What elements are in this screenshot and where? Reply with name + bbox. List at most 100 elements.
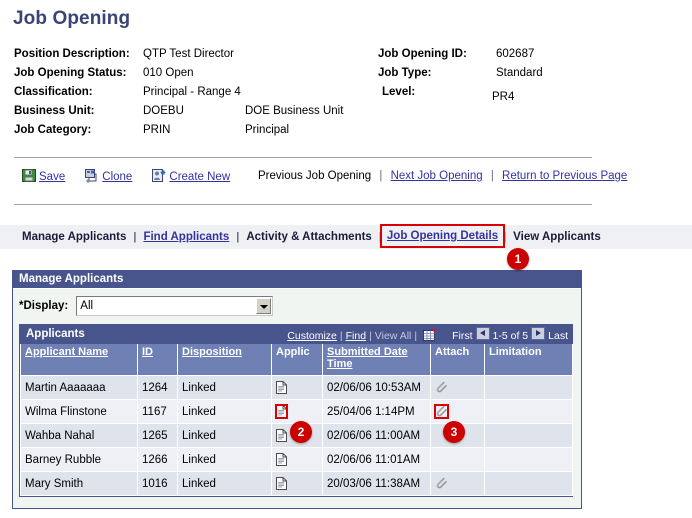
pager-first-label[interactable]: First (452, 330, 472, 342)
tab-label[interactable]: Find Applicants (143, 231, 229, 243)
cell-applic[interactable] (271, 399, 323, 424)
detail-value: Principal - Range 4 (143, 86, 241, 98)
cell-attach[interactable] (430, 375, 485, 400)
cell-disposition: Linked (177, 375, 272, 400)
detail-row: Job Category: PRIN Principal (14, 124, 364, 143)
details-right-column: Job Opening ID: 602687 Job Type: Standard Le… (378, 48, 678, 110)
cell-disposition: Linked (177, 447, 272, 472)
paperclip-icon[interactable] (435, 477, 448, 490)
cell-id: 1266 (137, 447, 178, 472)
clone-link[interactable]: Clone (102, 171, 132, 183)
detail-row: Business Unit: DOEBU DOE Business Unit (14, 105, 364, 124)
annotation-badge-3: 3 (443, 421, 465, 443)
table-header-row: Applicant Name ID Disposition Applic Submitt… (20, 344, 573, 376)
detail-row: Position Description: QTP Test Director (14, 48, 364, 67)
cell-attach[interactable] (430, 399, 485, 424)
detail-row: Job Opening ID: 602687 (378, 48, 678, 67)
create-new-button[interactable]: Create New (152, 168, 230, 186)
save-button[interactable]: Save (22, 168, 65, 186)
page-title: Job Opening (13, 8, 131, 29)
cell-applicant-name: Mary Smith (20, 471, 138, 496)
pager-last-label[interactable]: Last (548, 330, 568, 342)
detail-label: Job Opening ID: (378, 48, 467, 60)
tab-label: Activity & Attachments (246, 231, 372, 243)
cell-id: 1265 (137, 423, 178, 448)
return-to-previous-page-link[interactable]: Return to Previous Page (502, 170, 627, 182)
detail-row: Job Type: Standard (378, 67, 678, 86)
table-row: Wilma Flinstone 1167 Linked 25/04/06 1:14PM (20, 399, 573, 424)
paperclip-icon[interactable] (434, 403, 449, 419)
cell-applicant-name: Barney Rubble (20, 447, 138, 472)
cell-applicant-name: Wilma Flinstone (20, 399, 138, 424)
column-header-applicant-name[interactable]: Applicant Name (20, 344, 138, 376)
detail-value-secondary: Principal (245, 124, 290, 136)
column-header-applic: Applic (271, 344, 323, 376)
groupbox-title: Manage Applicants (13, 271, 581, 289)
save-link[interactable]: Save (39, 171, 65, 183)
record-navigation-links: Previous Job Opening | Next Job Opening … (258, 170, 627, 182)
tab-job-opening-details[interactable]: Job Opening Details (379, 224, 506, 248)
detail-value: PR4 (492, 91, 515, 103)
document-icon[interactable] (276, 476, 287, 490)
document-icon[interactable] (276, 380, 287, 394)
document-icon[interactable] (275, 403, 288, 419)
left-arrow-icon[interactable] (475, 327, 490, 340)
grid-sep-2: | (369, 330, 372, 342)
floppy-disk-icon (22, 169, 37, 183)
column-header-submitted-date-time[interactable]: Submitted Date Time (322, 344, 431, 376)
pager-range: 1-5 of 5 (492, 330, 529, 342)
document-icon[interactable] (276, 428, 287, 442)
grid-title: Applicants (26, 328, 85, 340)
cell-applic[interactable] (271, 447, 323, 472)
display-select[interactable]: All (76, 296, 274, 316)
tab-label: Manage Applicants (22, 231, 127, 243)
customize-link[interactable]: Customize (287, 330, 337, 342)
right-arrow-icon[interactable] (531, 327, 546, 340)
cell-applic[interactable] (271, 375, 323, 400)
detail-label: Job Type: (378, 67, 432, 79)
cell-id: 1167 (137, 399, 178, 424)
spreadsheet-icon[interactable] (423, 329, 436, 341)
detail-value: PRIN (143, 124, 171, 136)
tab-activity-attachments[interactable]: Activity & Attachments (239, 225, 378, 249)
cell-attach[interactable] (430, 471, 485, 496)
cell-submitted-date-time: 02/06/06 11:01AM (322, 447, 431, 472)
details-left-column: Position Description: QTP Test Director Jo… (14, 48, 364, 143)
tab-find-applicants[interactable]: Find Applicants (136, 225, 236, 249)
divider-bottom (14, 204, 592, 205)
manage-applicants-groupbox: Manage Applicants *Display: All Applican… (12, 270, 582, 509)
detail-value: 010 Open (143, 67, 194, 79)
annotation-badge-1: 1 (507, 248, 529, 270)
cell-disposition: Linked (177, 471, 272, 496)
cell-applicant-name: Martin Aaaaaaa (20, 375, 138, 400)
column-header-label[interactable]: Submitted Date Time (327, 346, 408, 370)
column-header-label[interactable]: Disposition (182, 346, 242, 358)
detail-label: Job Category: (14, 124, 92, 136)
grid-sep-3: | (414, 330, 418, 342)
create-new-link[interactable]: Create New (169, 171, 230, 183)
column-header-disposition[interactable]: Disposition (177, 344, 272, 376)
find-link[interactable]: Find (346, 330, 366, 342)
divider-top (14, 157, 592, 158)
detail-value: 602687 (496, 48, 535, 60)
document-icon[interactable] (276, 452, 287, 466)
chevron-down-icon[interactable] (256, 298, 272, 314)
column-header-id[interactable]: ID (137, 344, 178, 376)
column-header-label: Attach (435, 346, 470, 358)
tab-view-applicants[interactable]: View Applicants (506, 225, 608, 249)
column-header-label[interactable]: ID (142, 346, 153, 358)
view-all-link[interactable]: View All (375, 330, 412, 342)
column-header-limitation: Limitation (484, 344, 573, 376)
tab-label[interactable]: Job Opening Details (387, 230, 498, 242)
detail-value: QTP Test Director (143, 48, 234, 60)
detail-value: Standard (496, 67, 543, 79)
next-job-opening-link[interactable]: Next Job Opening (391, 170, 483, 182)
column-header-label[interactable]: Applicant Name (25, 346, 108, 358)
clone-button[interactable]: Clone (85, 168, 132, 186)
cell-limitation (484, 423, 573, 448)
cell-applic[interactable] (271, 471, 323, 496)
paperclip-icon[interactable] (435, 381, 448, 394)
annotation-badge-2: 2 (290, 421, 312, 443)
tab-manage-applicants[interactable]: Manage Applicants (0, 225, 133, 249)
cell-disposition: Linked (177, 423, 272, 448)
